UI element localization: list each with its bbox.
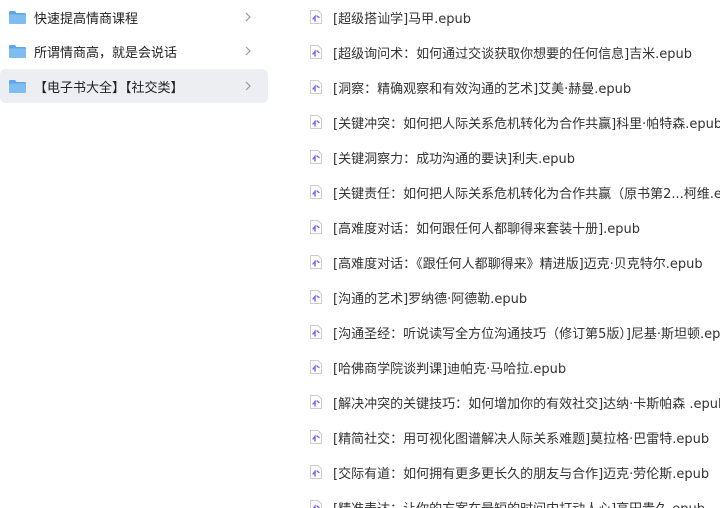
file-name: [交际有道：如何拥有更多更长久的朋友与合作]迈克·劳伦斯.epub (333, 466, 710, 482)
folder-item-3[interactable]: 【电子书大全】【社交类】 (0, 69, 268, 103)
file-item[interactable]: [超级搭讪学]马甲.epub (300, 2, 720, 32)
file-name: [洞察：精确观察和有效沟通的艺术]艾美·赫曼.epub (333, 81, 632, 97)
file-name: [精准表达：让你的方案在最短的时间内打动人心]高田贵久.epub (333, 498, 705, 508)
epub-file-icon (310, 290, 322, 304)
folder-icon (9, 45, 26, 58)
folder-item-2[interactable]: 所谓情商高，就是会说话 (0, 34, 268, 68)
file-item[interactable]: [沟通圣经：听说读写全方位沟通技巧（修订第5版）]尼基·斯坦顿.ep (300, 317, 720, 347)
folder-label: 快速提高情商课程 (34, 11, 139, 27)
epub-file-icon (310, 430, 322, 444)
file-item[interactable]: [交际有道：如何拥有更多更长久的朋友与合作]迈克·劳伦斯.epub (300, 457, 720, 487)
file-name: [解决冲突的关键技巧：如何增加你的有效社交]达纳·卡斯帕森 .epub (333, 396, 720, 412)
epub-file-icon (310, 185, 322, 199)
file-item[interactable]: [哈佛商学院谈判课]迪帕克·马哈拉.epub (300, 352, 720, 382)
chevron-right-icon (245, 12, 251, 22)
folder-icon (9, 11, 26, 24)
file-item[interactable]: [精准表达：让你的方案在最短的时间内打动人心]高田贵久.epub (300, 492, 720, 508)
file-item[interactable]: [超级询问术：如何通过交谈获取你想要的任何信息]吉米.epub (300, 37, 720, 67)
file-item[interactable]: [精简社交：用可视化图谱解决人际关系难题]莫拉格·巴雷特.epub (300, 422, 720, 452)
file-name: [哈佛商学院谈判课]迪帕克·马哈拉.epub (333, 361, 567, 377)
epub-file-icon (310, 10, 322, 24)
file-name: [精简社交：用可视化图谱解决人际关系难题]莫拉格·巴雷特.epub (333, 431, 710, 447)
file-name: [超级搭讪学]马甲.epub (333, 11, 472, 27)
file-name: [关键冲突：如何把人际关系危机转化为合作共赢]科里·帕特森.epub (333, 116, 720, 132)
file-name: [沟通的艺术]罗纳德·阿德勒.epub (333, 291, 528, 307)
file-name: [超级询问术：如何通过交谈获取你想要的任何信息]吉米.epub (333, 46, 693, 62)
file-item[interactable]: [关键冲突：如何把人际关系危机转化为合作共赢]科里·帕特森.epub (300, 107, 720, 137)
file-name: [关键洞察力：成功沟通的要诀]利夫.epub (333, 151, 576, 167)
epub-file-icon (310, 255, 322, 269)
epub-file-icon (310, 45, 322, 59)
folder-label: 【电子书大全】【社交类】 (34, 80, 184, 96)
file-item[interactable]: [洞察：精确观察和有效沟通的艺术]艾美·赫曼.epub (300, 72, 720, 102)
file-name: [高难度对话：《跟任何人都聊得来》精进版]迈克·贝克特尔.epub (333, 256, 703, 272)
file-item[interactable]: [解决冲突的关键技巧：如何增加你的有效社交]达纳·卡斯帕森 .epub (300, 387, 720, 417)
epub-file-icon (310, 115, 322, 129)
epub-file-icon (310, 500, 322, 508)
chevron-right-icon (245, 46, 251, 56)
epub-file-icon (310, 465, 322, 479)
epub-file-icon (310, 360, 322, 374)
file-item[interactable]: [沟通的艺术]罗纳德·阿德勒.epub (300, 282, 720, 312)
epub-file-icon (310, 150, 322, 164)
folder-item-1[interactable]: 快速提高情商课程 (0, 0, 268, 34)
file-list: [超级搭讪学]马甲.epub [超级询问术：如何通过交谈获取你想要的任何信息]吉米… (300, 0, 720, 508)
file-item[interactable]: [高难度对话：《跟任何人都聊得来》精进版]迈克·贝克特尔.epub (300, 247, 720, 277)
epub-file-icon (310, 325, 322, 339)
file-item[interactable]: [高难度对话：如何跟任何人都聊得来套装十册].epub (300, 212, 720, 242)
file-name: [高难度对话：如何跟任何人都聊得来套装十册].epub (333, 221, 641, 237)
file-name: [沟通圣经：听说读写全方位沟通技巧（修订第5版）]尼基·斯坦顿.ep (333, 326, 720, 342)
folder-label: 所谓情商高，就是会说话 (34, 45, 178, 61)
folder-icon (9, 80, 26, 93)
file-item[interactable]: [关键责任：如何把人际关系危机转化为合作共赢（原书第2...柯维.e (300, 177, 720, 207)
epub-file-icon (310, 395, 322, 409)
epub-file-icon (310, 80, 322, 94)
file-browser: 快速提高情商课程 所谓情商高，就是会说话 【电子书大全】【社交类】 [超级搭讪学… (0, 0, 720, 508)
folder-tree: 快速提高情商课程 所谓情商高，就是会说话 【电子书大全】【社交类】 (0, 0, 270, 508)
chevron-right-icon (245, 81, 251, 91)
file-name: [关键责任：如何把人际关系危机转化为合作共赢（原书第2...柯维.e (333, 186, 720, 202)
file-item[interactable]: [关键洞察力：成功沟通的要诀]利夫.epub (300, 142, 720, 172)
epub-file-icon (310, 220, 322, 234)
